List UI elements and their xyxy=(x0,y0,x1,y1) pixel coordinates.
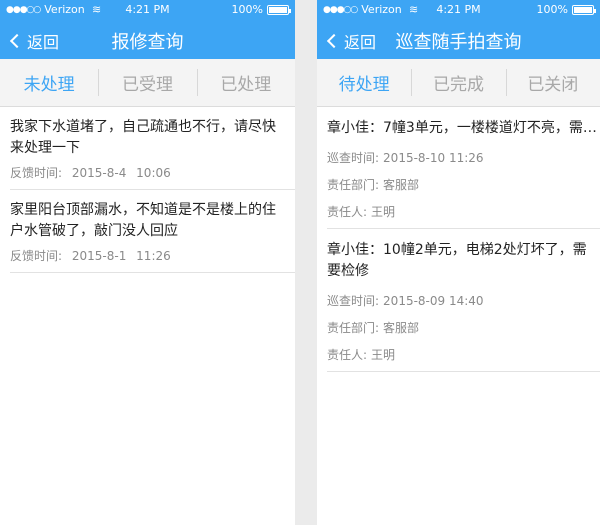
department-row: 责任部门: 客服部 xyxy=(327,176,600,193)
list-item[interactable]: 章小佳：10幢2单元，电梯2处灯坏了，需要检修 巡查时间: 2015-8-09 1… xyxy=(327,229,600,372)
status-bar: ●●●○○ Verizon ≋ 4:21 PM 100% xyxy=(317,0,600,20)
feedback-time: 10:06 xyxy=(136,166,171,180)
page-title: 巡查随手拍查询 xyxy=(395,32,522,53)
inspection-time: 2015-8-09 14:40 xyxy=(383,294,484,308)
battery-icon xyxy=(267,4,291,15)
right-screen-inspection-query: ●●●○○ Verizon ≋ 4:21 PM 100% 返回 巡查随手拍查询 … xyxy=(317,0,600,525)
feedback-time: 11:26 xyxy=(136,249,171,263)
inspection-time-label: 巡查时间: xyxy=(327,151,380,165)
item-headline: 章小佳：7幢3单元，一楼楼道灯不亮，需要… xyxy=(327,120,600,136)
person-value: 王明 xyxy=(371,205,396,219)
department-label: 责任部门: xyxy=(327,178,380,192)
tab-completed[interactable]: 已完成 xyxy=(411,59,505,106)
department-row: 责任部门: 客服部 xyxy=(327,319,600,336)
tab-processed[interactable]: 已处理 xyxy=(196,59,295,106)
tab-unprocessed[interactable]: 未处理 xyxy=(0,59,98,106)
inspection-list: 章小佳：7幢3单元，一楼楼道灯不亮，需要… 巡查时间: 2015-8-10 11:… xyxy=(317,107,600,372)
battery: 100% xyxy=(231,3,291,16)
department-value: 客服部 xyxy=(383,178,420,192)
feedback-time-label: 反馈时间: xyxy=(10,249,63,263)
nav-bar: 返回 报修查询 xyxy=(0,20,295,59)
list-item[interactable]: 章小佳：7幢3单元，一楼楼道灯不亮，需要… 巡查时间: 2015-8-10 11:… xyxy=(327,107,600,229)
person-row: 责任人: 王明 xyxy=(327,346,600,363)
battery-percent: 100% xyxy=(536,3,568,16)
item-text: 家里阳台顶部漏水，不知道是不是楼上的住户水管破了，敲门没人回应 xyxy=(10,202,276,239)
tab-bar: 未处理 已受理 已处理 xyxy=(0,59,295,107)
inspection-time-label: 巡查时间: xyxy=(327,294,380,308)
tab-pending[interactable]: 待处理 xyxy=(317,59,411,106)
inspection-time-row: 巡查时间: 2015-8-10 11:26 xyxy=(327,149,600,166)
repair-list: 我家下水道堵了，自己疏通也不行，请尽快来处理一下 反馈时间: 2015-8-4 … xyxy=(0,107,295,273)
feedback-date: 2015-8-1 xyxy=(71,249,127,263)
left-screen-repair-query: ●●●○○ Verizon ≋ 4:21 PM 100% 返回 报修查询 未处理… xyxy=(0,0,295,525)
list-item[interactable]: 家里阳台顶部漏水，不知道是不是楼上的住户水管破了，敲门没人回应 反馈时间: 20… xyxy=(10,190,295,273)
feedback-time-label: 反馈时间: xyxy=(10,166,63,180)
person-label: 责任人: xyxy=(327,348,368,362)
list-item[interactable]: 我家下水道堵了，自己疏通也不行，请尽快来处理一下 反馈时间: 2015-8-4 … xyxy=(10,107,295,190)
department-label: 责任部门: xyxy=(327,321,380,335)
person-label: 责任人: xyxy=(327,205,368,219)
battery-icon xyxy=(572,4,596,15)
status-bar: ●●●○○ Verizon ≋ 4:21 PM 100% xyxy=(0,0,295,20)
page-title: 报修查询 xyxy=(111,32,184,53)
nav-bar: 返回 巡查随手拍查询 xyxy=(317,20,600,59)
inspection-time-row: 巡查时间: 2015-8-09 14:40 xyxy=(327,292,600,309)
item-headline: 章小佳：10幢2单元，电梯2处灯坏了，需要检修 xyxy=(327,242,587,279)
battery: 100% xyxy=(536,3,596,16)
item-meta: 反馈时间: 2015-8-4 10:06 xyxy=(10,164,285,181)
item-meta: 反馈时间: 2015-8-1 11:26 xyxy=(10,247,285,264)
tab-accepted[interactable]: 已受理 xyxy=(98,59,196,106)
item-text: 我家下水道堵了，自己疏通也不行，请尽快来处理一下 xyxy=(10,119,276,156)
tab-closed[interactable]: 已关闭 xyxy=(505,59,600,106)
battery-percent: 100% xyxy=(231,3,263,16)
tab-bar: 待处理 已完成 已关闭 xyxy=(317,59,600,107)
feedback-date: 2015-8-4 xyxy=(71,166,127,180)
inspection-time: 2015-8-10 11:26 xyxy=(383,151,484,165)
person-row: 责任人: 王明 xyxy=(327,203,600,220)
department-value: 客服部 xyxy=(383,321,420,335)
person-value: 王明 xyxy=(371,348,396,362)
